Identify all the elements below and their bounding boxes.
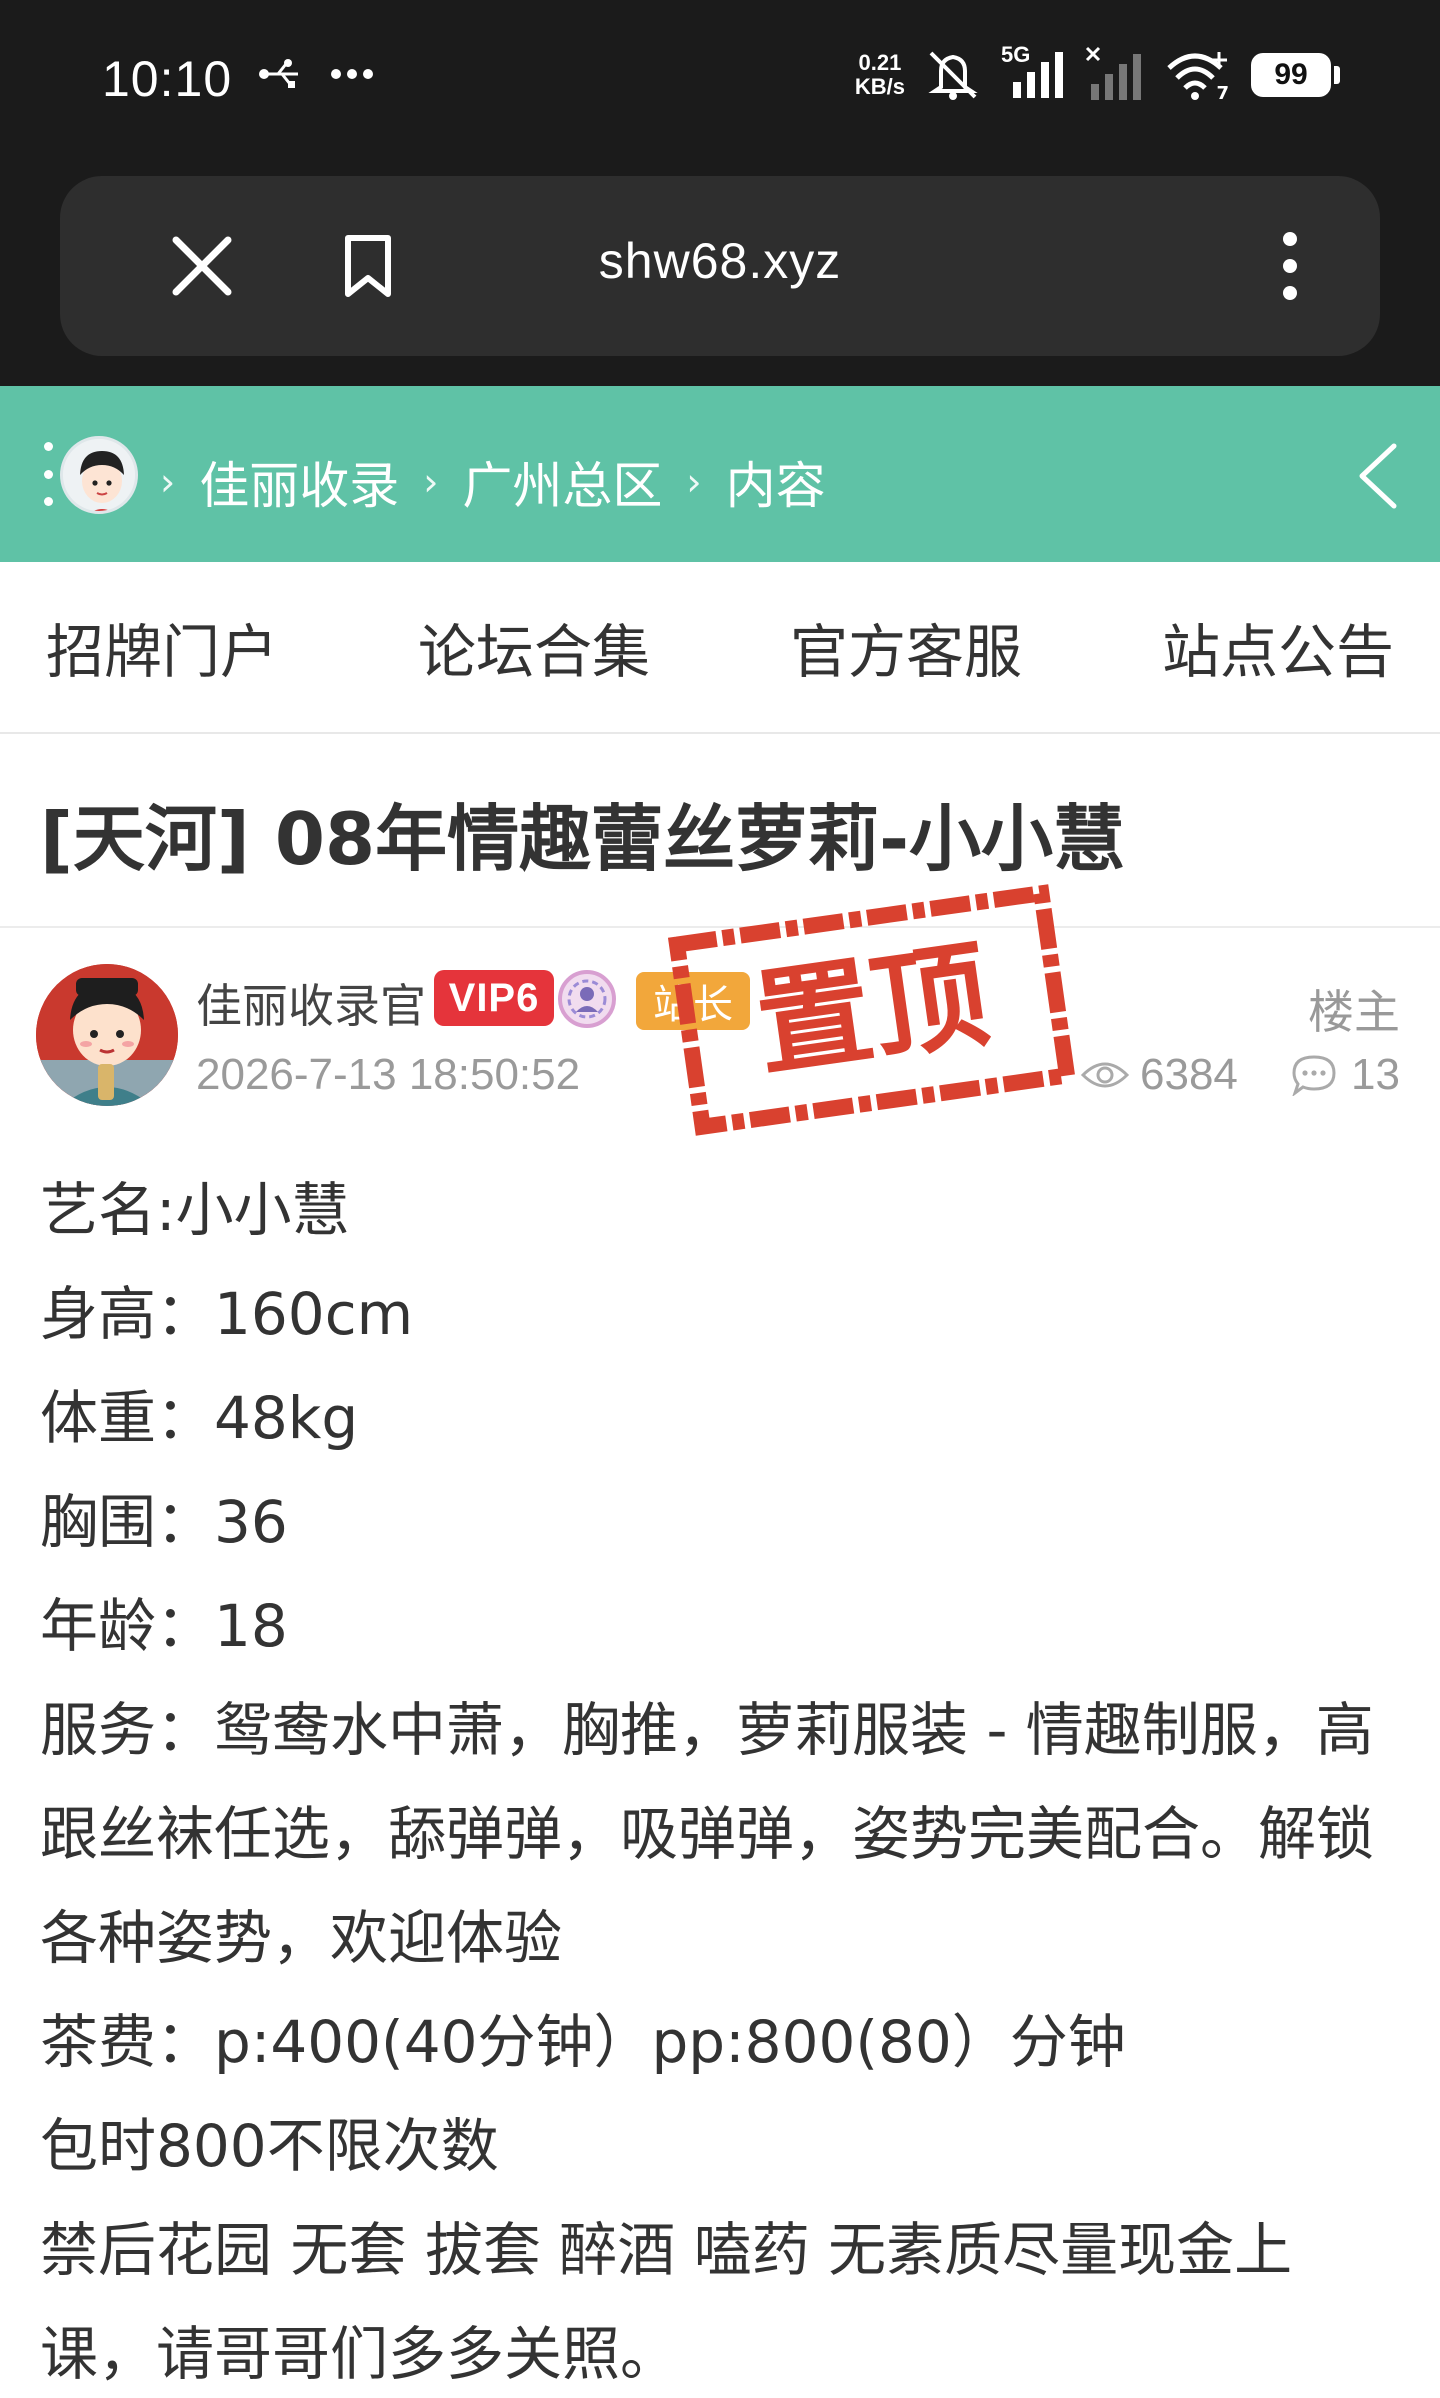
post-line: 茶费：p:400(40分钟）pp:800(80）分钟 — [40, 2008, 1126, 2076]
post-line: 包时800不限次数 — [40, 2112, 499, 2180]
view-count: 6384 — [1080, 1050, 1238, 1100]
eye-icon — [1080, 1062, 1130, 1088]
breadcrumb: › 佳丽收录 › 广州总区 › 内容 — [160, 446, 850, 518]
author-name[interactable]: 佳丽收录官 — [196, 970, 426, 1036]
url-text[interactable]: shw68.xyz — [60, 232, 1380, 290]
post-line: 禁后花园 无套 拔套 醉酒 嗑药 无素质尽量现金上课，请哥哥们多多关照。 — [40, 2216, 1293, 2388]
wifi-icon: 7 — [1165, 48, 1231, 104]
post-line: 胸围：36 — [40, 1488, 288, 1556]
battery-icon: 99 — [1251, 53, 1340, 97]
cell-signal-icon: 5G — [1001, 42, 1065, 102]
medal-icon — [558, 970, 616, 1028]
post-line: 艺名:小小慧 — [40, 1176, 350, 1244]
menu-handle-icon[interactable] — [40, 442, 56, 506]
url-bar[interactable]: shw68.xyz — [60, 176, 1380, 356]
breadcrumb-header: › 佳丽收录 › 广州总区 › 内容 — [0, 386, 1440, 562]
cell-signal-2-icon — [1085, 46, 1141, 100]
floor-label: 楼主 — [1308, 985, 1400, 1039]
tab-customer-service[interactable]: 官方客服 — [790, 605, 1022, 689]
post-line: 体重：48kg — [40, 1384, 359, 1452]
tab-portal[interactable]: 招牌门户 — [46, 605, 278, 689]
post-line: 年龄：18 — [40, 1592, 288, 1660]
tab-forum-collection[interactable]: 论坛合集 — [418, 605, 650, 689]
vip-badge: VIP6 — [434, 970, 554, 1026]
tab-announcements[interactable]: 站点公告 — [1162, 605, 1394, 689]
browser-chrome: 10:10 0.21 KB/s 5G 7 99 shw68.xyz — [0, 0, 1440, 386]
forum-nav: 招牌门户 论坛合集 官方客服 站点公告 — [0, 562, 1440, 734]
breadcrumb-item-guangzhou[interactable]: 广州总区 — [462, 446, 662, 518]
author-avatar[interactable] — [36, 964, 178, 1106]
status-bar: 10:10 0.21 KB/s 5G 7 99 — [0, 0, 1440, 160]
chevron-left-icon[interactable] — [1350, 440, 1406, 512]
status-time: 10:10 — [102, 51, 233, 107]
reply-count[interactable]: 13 — [1291, 1050, 1400, 1100]
comment-icon — [1292, 1055, 1336, 1096]
thread-title: [天河] 08年情趣蕾丝萝莉-小小慧 — [40, 797, 1125, 881]
site-avatar[interactable] — [60, 436, 138, 514]
more-notifications-icon — [331, 69, 373, 79]
net-speed: 0.21 KB/s — [854, 50, 905, 99]
post-line: 服务：鸳鸯水中萧，胸推，萝莉服装 - 情趣制服，高跟丝袜任选，舔弹弹，吸弹弹，姿… — [40, 1696, 1375, 1972]
breadcrumb-item-content[interactable]: 内容 — [726, 446, 826, 518]
breadcrumb-item-collection[interactable]: 佳丽收录 — [199, 446, 399, 518]
overflow-menu-icon[interactable] — [1270, 226, 1310, 306]
pinned-stamp: 置顶 — [667, 884, 1077, 1136]
usb-icon — [259, 59, 298, 88]
svg-text:置顶: 置顶 — [748, 927, 997, 1094]
post-date: 2026-7-13 18:50:52 — [196, 1050, 581, 1099]
mute-icon — [928, 51, 978, 100]
post-body: 艺名:小小慧 身高：160cm 体重：48kg 胸围：36 年龄：18 服务：鸳… — [40, 1158, 1400, 2398]
post-line: 身高：160cm — [40, 1280, 414, 1348]
